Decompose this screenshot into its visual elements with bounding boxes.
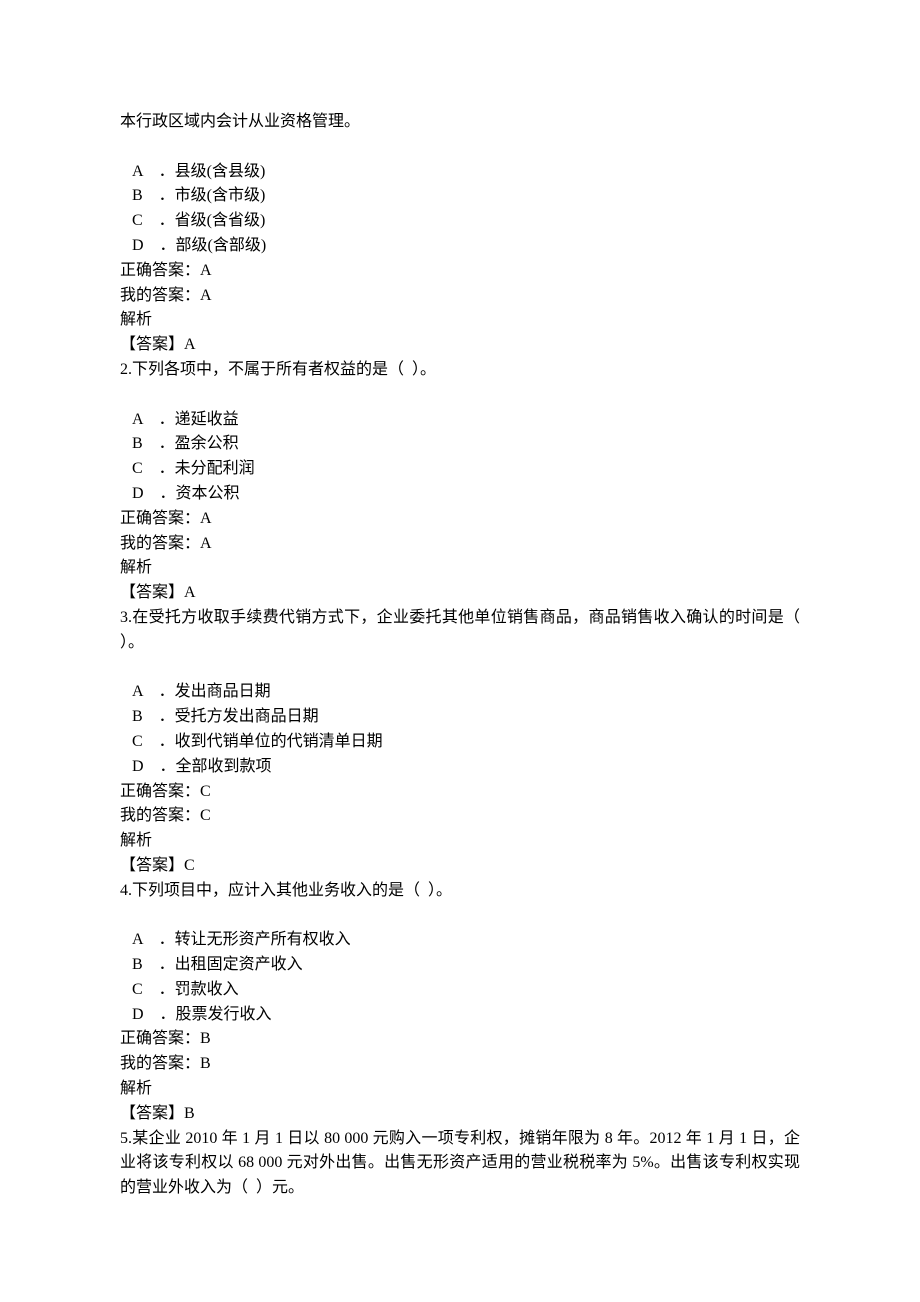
q4-option-d: D ．股票发行收入	[120, 1003, 800, 1028]
correct-label: 正确答案：	[120, 1030, 200, 1047]
q4-correct-answer: 正确答案：B	[120, 1027, 800, 1052]
answer-value: C	[184, 857, 195, 874]
correct-label: 正确答案：	[120, 262, 200, 279]
q1-correct-answer: 正确答案：A	[120, 259, 800, 284]
q2-my-answer: 我的答案：A	[120, 532, 800, 557]
blank-line	[120, 383, 800, 408]
mine-value: B	[200, 1055, 211, 1072]
answer-value: A	[184, 336, 196, 353]
q4-option-a: A ．转让无形资产所有权收入	[120, 928, 800, 953]
correct-value: A	[200, 262, 212, 279]
q3-answer-line: 【答案】C	[120, 854, 800, 879]
q2-jiexi: 解析	[120, 556, 800, 581]
q1-option-c: C ．省级(含省级)	[120, 209, 800, 234]
mine-label: 我的答案：	[120, 807, 200, 824]
q3-jiexi: 解析	[120, 829, 800, 854]
q2-option-c: C ．未分配利润	[120, 457, 800, 482]
q2-option-a: A ．递延收益	[120, 408, 800, 433]
mine-value: A	[200, 287, 212, 304]
mine-label: 我的答案：	[120, 287, 200, 304]
q2-stem: 2.下列各项中，不属于所有者权益的是（ ）。	[120, 358, 800, 383]
blank-line	[120, 656, 800, 681]
mine-value: A	[200, 535, 212, 552]
answer-label: 【答案】	[120, 857, 184, 874]
q4-answer-line: 【答案】B	[120, 1102, 800, 1127]
q2-correct-answer: 正确答案：A	[120, 507, 800, 532]
answer-value: A	[184, 584, 196, 601]
blank-line	[120, 904, 800, 929]
q3-correct-answer: 正确答案：C	[120, 780, 800, 805]
answer-value: B	[184, 1105, 195, 1122]
q2-option-d: D ．资本公积	[120, 482, 800, 507]
q3-option-c: C ．收到代销单位的代销清单日期	[120, 730, 800, 755]
q2-option-b: B ．盈余公积	[120, 432, 800, 457]
mine-value: C	[200, 807, 211, 824]
q4-my-answer: 我的答案：B	[120, 1052, 800, 1077]
q4-option-c: C ．罚款收入	[120, 978, 800, 1003]
mine-label: 我的答案：	[120, 535, 200, 552]
correct-label: 正确答案：	[120, 783, 200, 800]
correct-label: 正确答案：	[120, 510, 200, 527]
q5-stem: 5.某企业 2010 年 1 月 1 日以 80 000 元购入一项专利权，摊销…	[120, 1127, 800, 1201]
q1-jiexi: 解析	[120, 308, 800, 333]
answer-label: 【答案】	[120, 336, 184, 353]
blank-line	[120, 135, 800, 160]
correct-value: B	[200, 1030, 211, 1047]
q4-stem: 4.下列项目中，应计入其他业务收入的是（ ）。	[120, 879, 800, 904]
q1-option-a: A ．县级(含县级)	[120, 160, 800, 185]
q4-jiexi: 解析	[120, 1077, 800, 1102]
q1-my-answer: 我的答案：A	[120, 284, 800, 309]
q3-option-d: D ．全部收到款项	[120, 755, 800, 780]
q1-answer-line: 【答案】A	[120, 333, 800, 358]
q3-stem: 3.在受托方收取手续费代销方式下，企业委托其他单位销售商品，商品销售收入确认的时…	[120, 606, 800, 656]
q3-option-b: B ．受托方发出商品日期	[120, 705, 800, 730]
q1-option-b: B ．市级(含市级)	[120, 184, 800, 209]
q2-answer-line: 【答案】A	[120, 581, 800, 606]
document-page: 本行政区域内会计从业资格管理。 A ．县级(含县级) B ．市级(含市级) C …	[0, 0, 920, 1302]
correct-value: A	[200, 510, 212, 527]
answer-label: 【答案】	[120, 584, 184, 601]
q4-option-b: B ．出租固定资产收入	[120, 953, 800, 978]
intro-line: 本行政区域内会计从业资格管理。	[120, 110, 800, 135]
answer-label: 【答案】	[120, 1105, 184, 1122]
correct-value: C	[200, 783, 211, 800]
q1-option-d: D ．部级(含部级)	[120, 234, 800, 259]
q3-my-answer: 我的答案：C	[120, 804, 800, 829]
q3-option-a: A ．发出商品日期	[120, 680, 800, 705]
mine-label: 我的答案：	[120, 1055, 200, 1072]
